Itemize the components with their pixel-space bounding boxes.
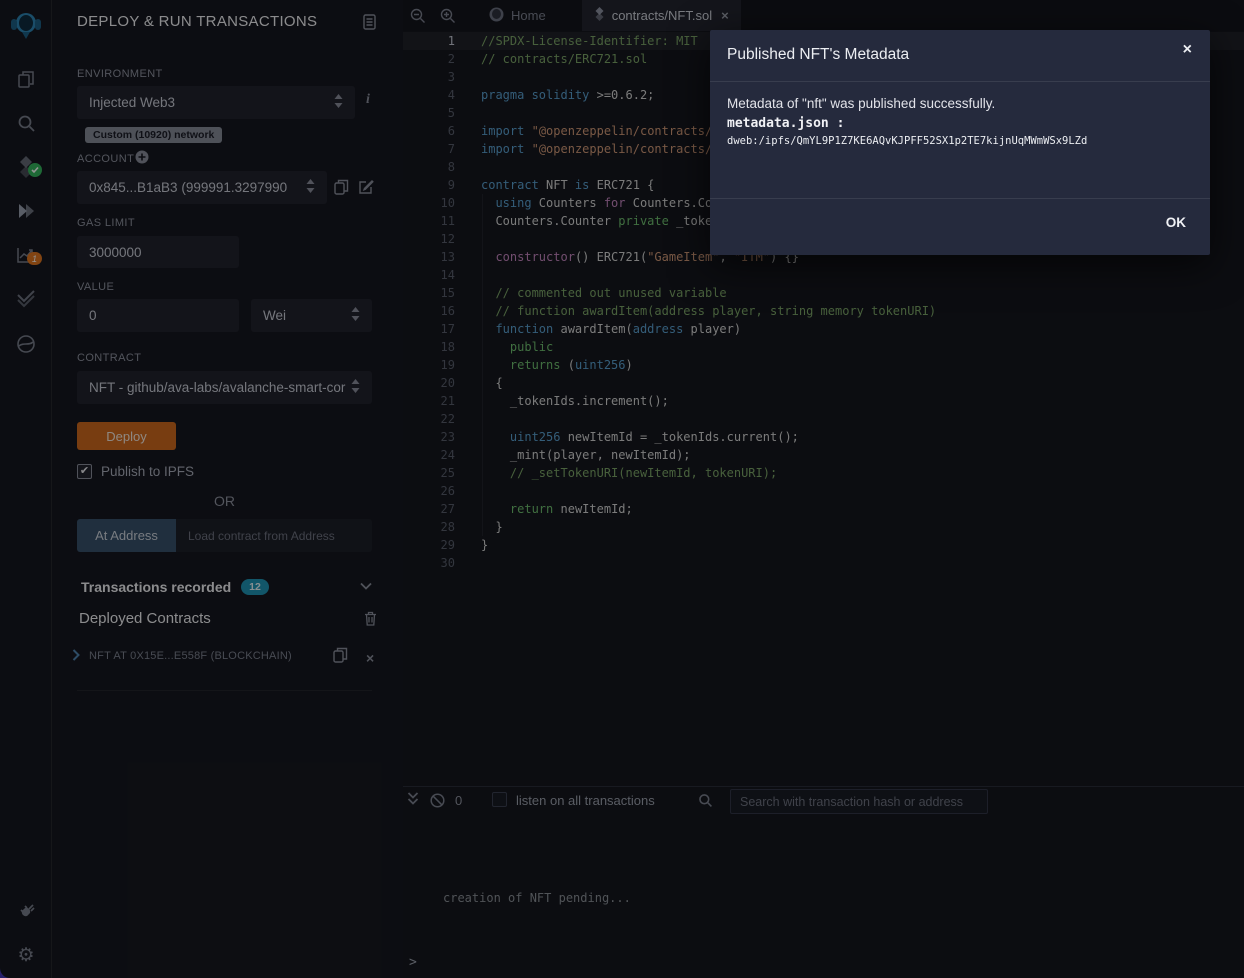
modal-close-icon[interactable]: ×: [1183, 41, 1192, 59]
ok-button[interactable]: OK: [1166, 215, 1186, 230]
modal-header: Published NFT's Metadata ×: [710, 30, 1210, 82]
modal-title: Published NFT's Metadata: [727, 46, 909, 64]
remix-ide-window: 1 ⚙ DEPLOY & RUN TRANSACTIONS ENVIRONMEN…: [0, 0, 1244, 978]
metadata-file-label: metadata.json :: [727, 116, 1193, 131]
modal-footer: OK: [710, 198, 1210, 254]
published-metadata-modal: Published NFT's Metadata × Metadata of "…: [710, 30, 1210, 255]
modal-body: Metadata of "nft" was published successf…: [710, 82, 1210, 198]
modal-message: Metadata of "nft" was published successf…: [727, 96, 1193, 111]
ipfs-hash: dweb:/ipfs/QmYL9P1Z7KE6AQvKJPFF52SX1p2TE…: [727, 135, 1193, 147]
